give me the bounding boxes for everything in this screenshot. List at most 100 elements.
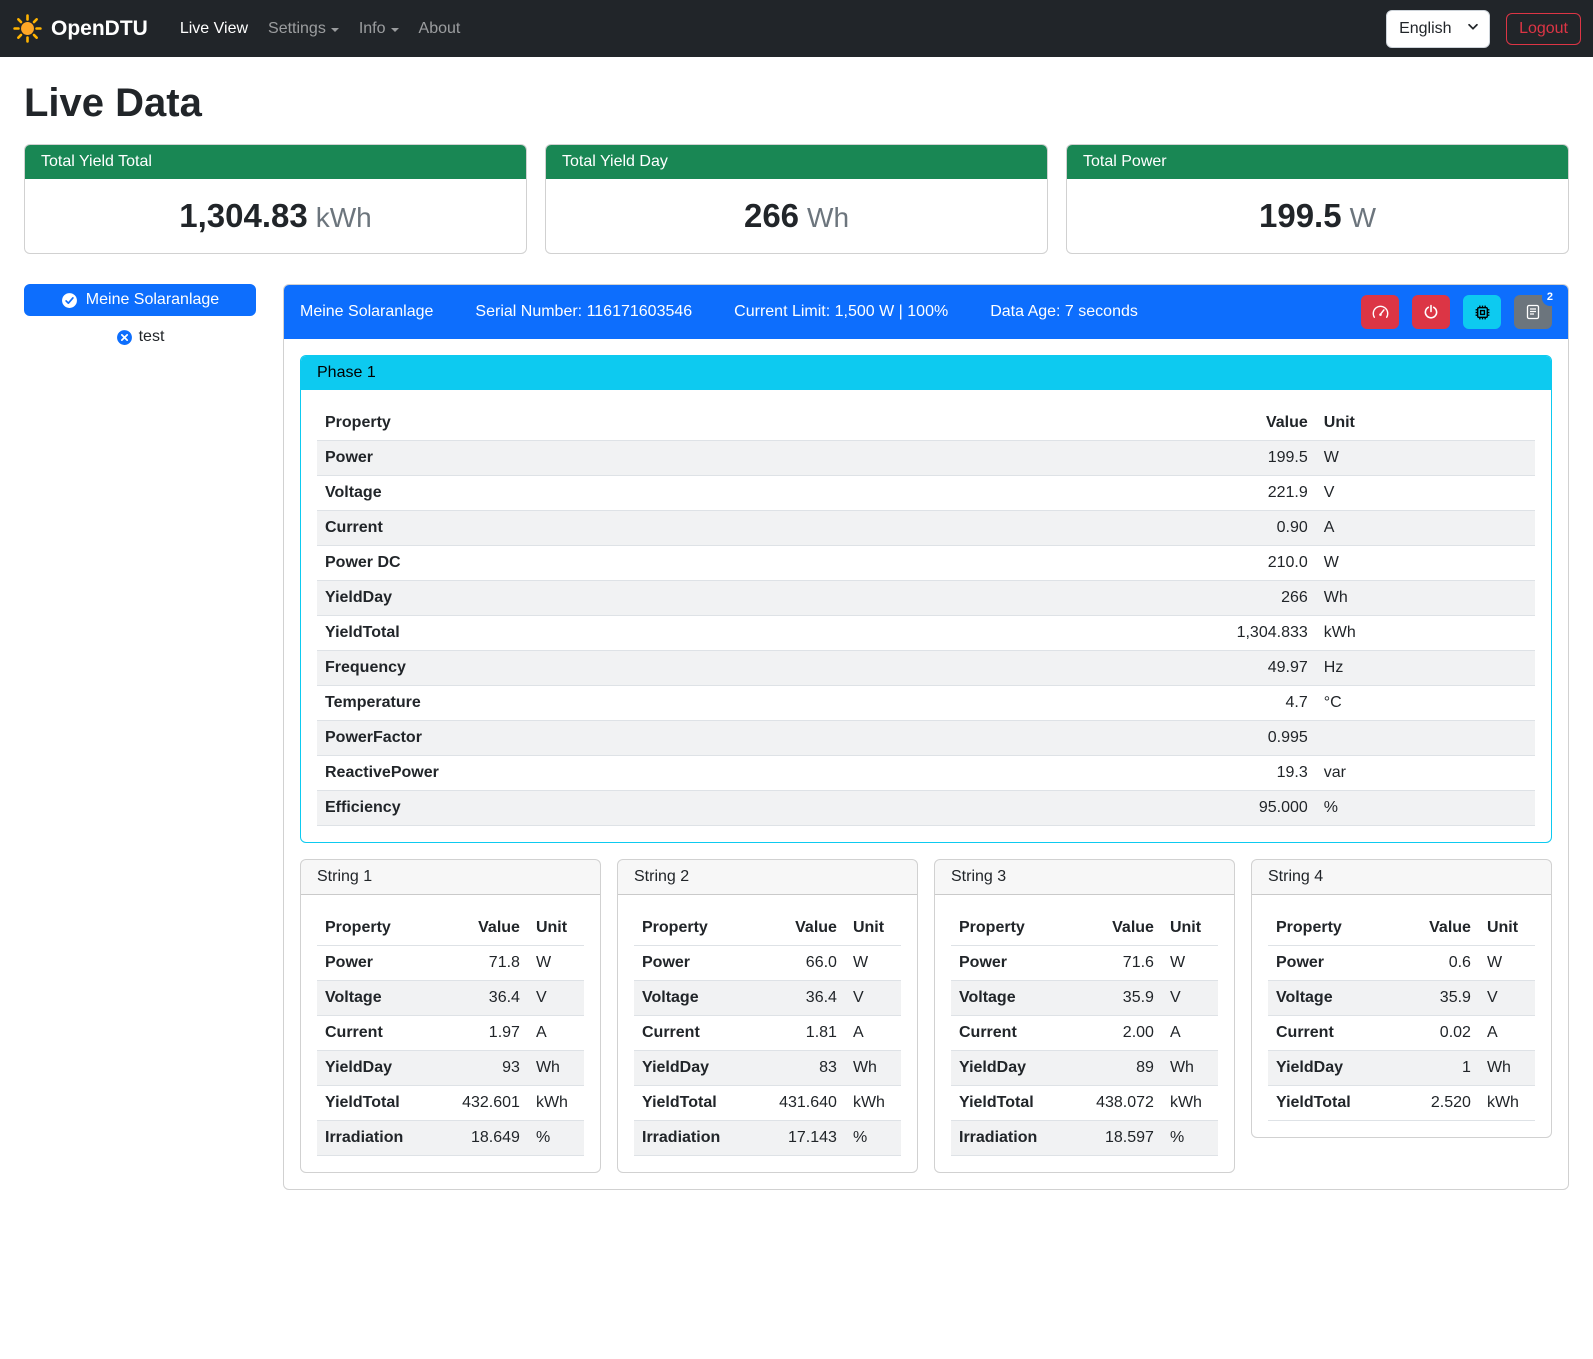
table-header-row: Property Value Unit bbox=[951, 911, 1218, 946]
nav-item-info[interactable]: Info bbox=[349, 12, 409, 46]
string-2-table: Property Value Unit Power66.0W Voltage36… bbox=[634, 911, 901, 1156]
card-unit: W bbox=[1350, 202, 1376, 233]
unit-cell: W bbox=[1316, 441, 1535, 476]
value-cell: 49.97 bbox=[1097, 651, 1316, 686]
inverter-name: Meine Solaranlage bbox=[300, 303, 433, 321]
card-body: 199.5W bbox=[1067, 179, 1568, 253]
card-value: 1,304.83 bbox=[179, 197, 307, 234]
nav-label: Info bbox=[359, 20, 386, 38]
table-row: YieldDay266Wh bbox=[317, 581, 1535, 616]
property-cell: Current bbox=[951, 1016, 1074, 1051]
table-row: Temperature4.7°C bbox=[317, 686, 1535, 721]
unit-cell: V bbox=[1162, 981, 1218, 1016]
column-header-property: Property bbox=[317, 911, 440, 946]
column-header-value: Value bbox=[757, 911, 845, 946]
value-cell: 66.0 bbox=[757, 946, 845, 981]
property-cell: Irradiation bbox=[634, 1121, 757, 1156]
property-cell: Current bbox=[317, 1016, 440, 1051]
property-cell: Power bbox=[951, 946, 1074, 981]
property-cell: Voltage bbox=[317, 981, 440, 1016]
inverter-header: Meine Solaranlage Serial Number: 1161716… bbox=[284, 285, 1568, 339]
string-4-card: String 4 Property Value Unit bbox=[1251, 859, 1552, 1138]
value-cell: 71.6 bbox=[1074, 946, 1162, 981]
property-cell: Power bbox=[1268, 946, 1391, 981]
property-cell: YieldDay bbox=[317, 581, 1097, 616]
value-cell: 221.9 bbox=[1097, 476, 1316, 511]
inverter-name-label: test bbox=[139, 328, 165, 346]
table-header-row: Property Value Unit bbox=[1268, 911, 1535, 946]
value-cell: 18.597 bbox=[1074, 1121, 1162, 1156]
device-info-button[interactable] bbox=[1463, 295, 1501, 329]
property-cell: Current bbox=[634, 1016, 757, 1051]
string-body: Property Value Unit Power71.8W Voltage36… bbox=[301, 895, 600, 1172]
nav-item-live-view[interactable]: Live View bbox=[170, 12, 258, 46]
nav-item-about[interactable]: About bbox=[409, 12, 471, 46]
table-row: YieldDay1Wh bbox=[1268, 1051, 1535, 1086]
cpu-icon bbox=[1474, 304, 1491, 321]
table-row: PowerFactor0.995 bbox=[317, 721, 1535, 756]
data-age: Data Age: 7 seconds bbox=[990, 303, 1138, 321]
column-header-unit: Unit bbox=[1316, 406, 1535, 441]
table-row: Voltage36.4V bbox=[634, 981, 901, 1016]
inverter-name-label: Meine Solaranlage bbox=[86, 291, 219, 309]
column-header-property: Property bbox=[1268, 911, 1391, 946]
event-log-button[interactable]: 2 bbox=[1514, 295, 1552, 329]
power-button[interactable] bbox=[1412, 295, 1450, 329]
table-row: Irradiation18.597% bbox=[951, 1121, 1218, 1156]
inverter-sidebar: Meine Solaranlage test bbox=[24, 284, 256, 346]
serial-number: Serial Number: 116171603546 bbox=[475, 303, 692, 321]
inverter-select-button-active[interactable]: Meine Solaranlage bbox=[24, 284, 256, 316]
value-cell: 2.00 bbox=[1074, 1016, 1162, 1051]
navbar: OpenDTU Live View Settings Info About En… bbox=[0, 0, 1593, 57]
brand[interactable]: OpenDTU bbox=[12, 13, 148, 44]
unit-cell: var bbox=[1316, 756, 1535, 791]
property-cell: Power bbox=[317, 946, 440, 981]
unit-cell: kWh bbox=[1162, 1086, 1218, 1121]
unit-cell: % bbox=[1162, 1121, 1218, 1156]
table-row: Current0.90A bbox=[317, 511, 1535, 546]
unit-cell: % bbox=[845, 1121, 901, 1156]
unit-cell: A bbox=[845, 1016, 901, 1051]
property-cell: ReactivePower bbox=[317, 756, 1097, 791]
table-row: Irradiation17.143% bbox=[634, 1121, 901, 1156]
logout-button[interactable]: Logout bbox=[1506, 13, 1581, 45]
property-cell: Irradiation bbox=[317, 1121, 440, 1156]
column-header-value: Value bbox=[1097, 406, 1316, 441]
phase-body: Property Value Unit Power199.5W Voltage2… bbox=[301, 390, 1551, 842]
property-cell: Power bbox=[634, 946, 757, 981]
card-unit: Wh bbox=[807, 202, 849, 233]
table-row: Voltage221.9V bbox=[317, 476, 1535, 511]
value-cell: 35.9 bbox=[1074, 981, 1162, 1016]
column-header-value: Value bbox=[1074, 911, 1162, 946]
table-row: Current0.02A bbox=[1268, 1016, 1535, 1051]
strings-row: String 1 Property Value Unit bbox=[300, 859, 1552, 1173]
value-cell: 1,304.833 bbox=[1097, 616, 1316, 651]
property-cell: Efficiency bbox=[317, 791, 1097, 826]
string-4-table: Property Value Unit Power0.6W Voltage35.… bbox=[1268, 911, 1535, 1121]
property-cell: YieldDay bbox=[951, 1051, 1074, 1086]
table-row: Current1.97A bbox=[317, 1016, 584, 1051]
property-cell: PowerFactor bbox=[317, 721, 1097, 756]
nav-label: Settings bbox=[268, 20, 326, 38]
nav-item-settings[interactable]: Settings bbox=[258, 12, 349, 46]
string-title: String 1 bbox=[301, 860, 600, 895]
unit-cell: W bbox=[1479, 946, 1535, 981]
page-title: Live Data bbox=[24, 81, 1569, 126]
inverter-select-button-test[interactable]: test bbox=[24, 328, 256, 346]
column-header-property: Property bbox=[634, 911, 757, 946]
property-cell: YieldTotal bbox=[1268, 1086, 1391, 1121]
string-3-card: String 3 Property Value Unit bbox=[934, 859, 1235, 1173]
value-cell: 432.601 bbox=[440, 1086, 528, 1121]
value-cell: 2.520 bbox=[1391, 1086, 1479, 1121]
property-cell: Irradiation bbox=[951, 1121, 1074, 1156]
limit-settings-button[interactable] bbox=[1361, 295, 1399, 329]
column-header-property: Property bbox=[951, 911, 1074, 946]
unit-cell: Wh bbox=[1162, 1051, 1218, 1086]
card-title: Total Yield Day bbox=[546, 145, 1047, 179]
language-select[interactable]: English bbox=[1386, 10, 1490, 48]
unit-cell: kWh bbox=[845, 1086, 901, 1121]
page-content: Live Data Total Yield Total 1,304.83kWh … bbox=[0, 57, 1593, 1214]
unit-cell: W bbox=[528, 946, 584, 981]
value-cell: 93 bbox=[440, 1051, 528, 1086]
table-row: Power199.5W bbox=[317, 441, 1535, 476]
